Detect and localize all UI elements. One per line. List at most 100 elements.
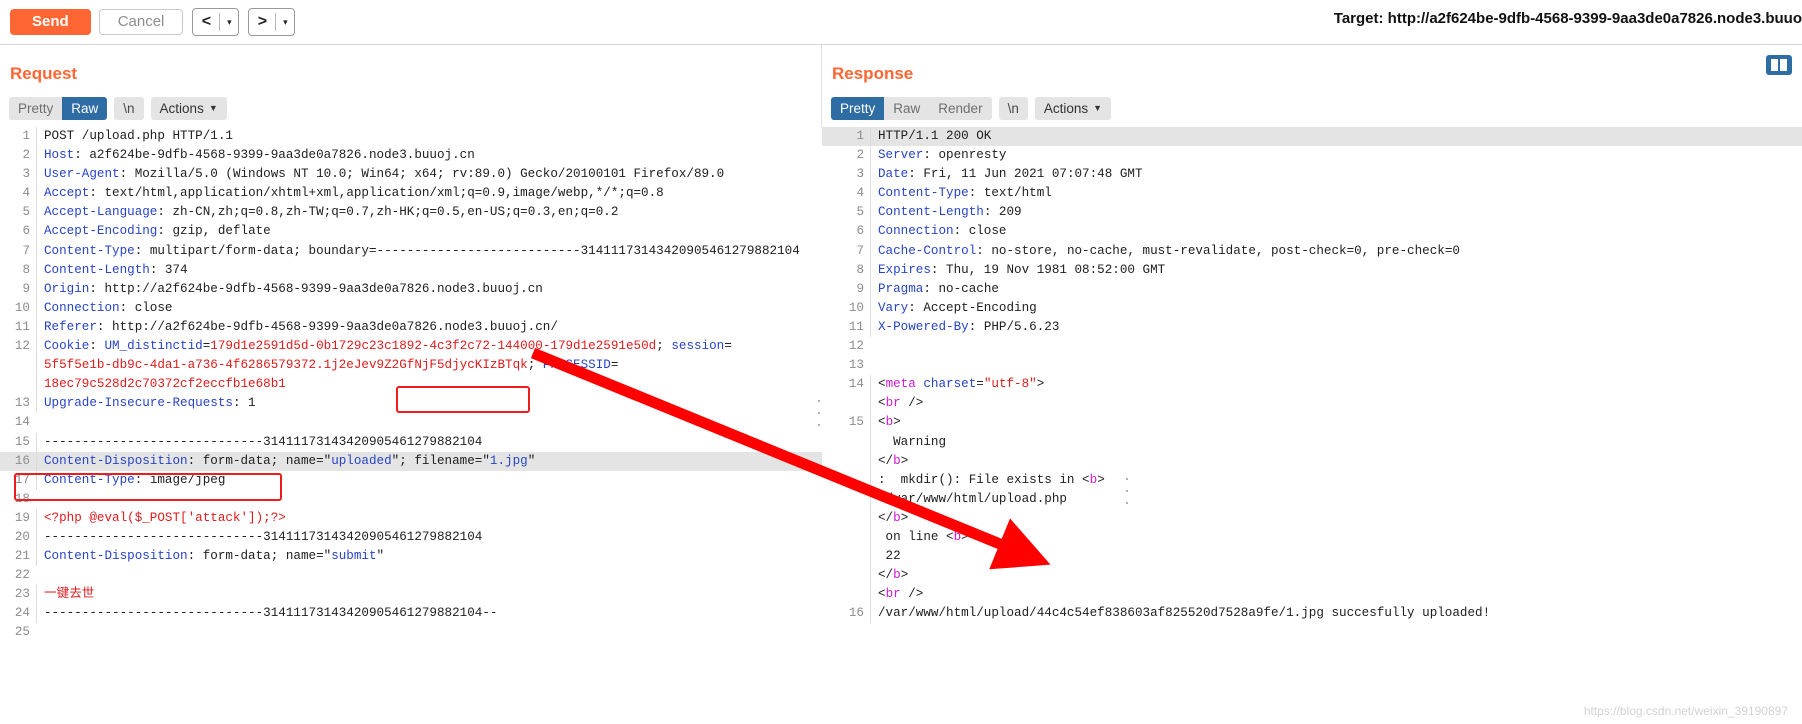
code-line: 11 Referer: http://a2f624be-9dfb-4568-939… xyxy=(0,317,822,338)
code-token: -----------------------------31411173143… xyxy=(44,606,498,621)
code-token: PHPSESSID xyxy=(542,358,611,373)
code-line-text: Accept: text/html,application/xhtml+xml,… xyxy=(36,184,822,204)
chevron-left-icon: < xyxy=(201,13,212,30)
newline-toggle-response[interactable]: \n xyxy=(998,97,1028,120)
code-line: 22 xyxy=(822,547,1802,567)
split-view-icon[interactable] xyxy=(1766,55,1792,75)
code-token: b xyxy=(953,529,962,544)
request-code-editor[interactable]: 1 POST /upload.php HTTP/1.1 2 Host: a2f624b… xyxy=(0,127,822,724)
code-line-text: HTTP/1.1 200 OK xyxy=(870,127,1802,147)
chevron-down-icon[interactable]: ▾ xyxy=(276,9,294,35)
line-number: 2 xyxy=(856,148,864,163)
pane-right-glyph xyxy=(1780,59,1787,71)
code-token: POST /upload.php HTTP/1.1 xyxy=(44,129,233,143)
code-line: /var/www/html/upload.php xyxy=(822,489,1802,509)
code-line: 11 X-Powered-By: PHP/5.6.23 xyxy=(822,317,1802,338)
cancel-button[interactable]: Cancel xyxy=(98,9,184,35)
line-number: 7 xyxy=(22,243,30,258)
code-token: > xyxy=(900,453,909,468)
code-token: : text/html xyxy=(968,186,1052,201)
code-line-text: Expires: Thu, 19 Nov 1981 08:52:00 GMT xyxy=(870,260,1802,280)
request-tabbar: Pretty Raw \n Actions ▼ xyxy=(9,97,227,120)
line-number: 1 xyxy=(856,129,864,143)
code-line: 18 xyxy=(0,490,822,509)
code-token: X-Powered-By xyxy=(878,319,969,334)
previous-request-button[interactable]: < ▾ xyxy=(192,8,240,36)
request-collapse-handle[interactable] xyxy=(816,400,822,426)
tab-render-response[interactable]: Render xyxy=(929,97,992,120)
line-number: 3 xyxy=(22,167,30,182)
code-token: Content-Disposition xyxy=(44,549,188,564)
code-line: 14 <meta charset=″utf-8″> xyxy=(822,375,1802,395)
code-token: : mkdir(): File exists in < xyxy=(878,472,1090,487)
chevron-down-icon: ▼ xyxy=(208,103,218,113)
actions-menu-request[interactable]: Actions ▼ xyxy=(150,97,227,120)
line-number: 18 xyxy=(14,491,30,506)
code-line-text: Origin: http://a2f624be-9dfb-4568-9399-9… xyxy=(36,279,822,299)
send-button[interactable]: Send xyxy=(10,9,91,35)
code-line-text: Connection: close xyxy=(870,222,1802,242)
code-line: 5f5f5e1b-db9c-4da1-a736-4f6286579372.1j2… xyxy=(0,356,822,376)
response-pane-title: Response xyxy=(832,64,914,83)
code-token: charset xyxy=(923,377,977,392)
code-line-text: -----------------------------31411173143… xyxy=(36,527,822,548)
code-line: 18ec79c528d2c70372cf2eccfb1e68b1 xyxy=(0,375,822,395)
code-token: Content-Type xyxy=(44,472,135,487)
code-line: 6 Connection: close xyxy=(822,222,1802,242)
code-line: 9 Pragma: no-cache xyxy=(822,279,1802,299)
code-line: 4 Accept: text/html,application/xhtml+xml… xyxy=(0,184,822,204)
code-line: 7 Content-Type: multipart/form-data; boun… xyxy=(0,241,822,261)
code-token: > xyxy=(893,415,901,430)
tab-raw-request[interactable]: Raw xyxy=(62,97,108,120)
newline-toggle-request[interactable]: \n xyxy=(114,97,144,120)
code-token: Date xyxy=(878,167,909,182)
code-token: 179d1e2591d5d-0b1729c23c1892-4c3f2c72-14… xyxy=(210,339,657,354)
code-line-text: Referer: http://a2f624be-9dfb-4568-9399-… xyxy=(36,317,822,338)
code-line-text: : mkdir(): File exists in <b> xyxy=(870,470,1802,490)
code-line-text: Connection: close xyxy=(36,298,822,318)
code-token: Cookie xyxy=(44,339,90,354)
tab-pretty-response[interactable]: Pretty xyxy=(831,97,885,120)
code-token: : 209 xyxy=(983,205,1022,220)
code-token: : gzip, deflate xyxy=(157,224,271,239)
target-url-label: Target: http://a2f624be-9dfb-4568-9399-9… xyxy=(1333,10,1802,27)
code-token: Content-Type xyxy=(878,186,969,201)
code-token: Accept-Encoding xyxy=(44,224,158,239)
code-token: : close xyxy=(119,300,173,315)
code-line-text: -----------------------------31411173143… xyxy=(36,604,822,624)
code-token: meta xyxy=(885,377,924,392)
code-line: 4 Content-Type: text/html xyxy=(822,184,1802,204)
code-line: 13 Upgrade-Insecure-Requests: 1 xyxy=(0,394,822,414)
code-line: : mkdir(): File exists in <b> xyxy=(822,470,1802,490)
code-line-text: Warning xyxy=(870,432,1802,452)
next-request-button[interactable]: > ▾ xyxy=(248,8,296,36)
code-line-text: <br /> xyxy=(870,394,1802,414)
response-code-editor[interactable]: 1 HTTP/1.1 200 OK 2 Server: openresty 3 Date:… xyxy=(822,127,1802,724)
line-number: 5 xyxy=(22,205,30,220)
tab-raw-response[interactable]: Raw xyxy=(884,97,930,120)
code-token: : http://a2f624be-9dfb-4568-9399-9aa3de0… xyxy=(96,319,558,334)
code-token: br xyxy=(885,396,909,411)
actions-menu-response[interactable]: Actions ▼ xyxy=(1034,97,1112,120)
code-token: > xyxy=(961,529,969,544)
code-line-text: Upgrade-Insecure-Requests: 1 xyxy=(36,394,822,414)
tab-pretty-request[interactable]: Pretty xyxy=(9,97,63,120)
code-line-text: Content-Type: image/jpeg xyxy=(36,470,822,490)
code-token: = xyxy=(976,377,984,392)
code-token: : form-data; name=″ xyxy=(187,549,332,564)
request-pane-title: Request xyxy=(10,64,78,83)
code-token: : text/html,application/xhtml+xml,applic… xyxy=(89,186,664,201)
chevron-down-icon: ▼ xyxy=(1093,103,1103,113)
code-line: 12 Cookie: UM_distinctid = 179d1e2591d5d-0b… xyxy=(0,337,822,357)
code-token: Server xyxy=(878,148,924,163)
chevron-down-icon[interactable]: ▾ xyxy=(220,9,238,35)
code-line: 14 xyxy=(0,413,822,432)
code-token: > xyxy=(1097,472,1105,487)
code-token: b xyxy=(885,415,894,430)
code-token: /var/www/html/upload/44c4c54ef838603af82… xyxy=(878,606,1491,621)
code-token: b xyxy=(893,453,901,468)
code-token: : no-store, no-cache, must-revalidate, p… xyxy=(976,243,1460,258)
code-line: 8 Expires: Thu, 19 Nov 1981 08:52:00 GMT xyxy=(822,260,1802,280)
response-collapse-handle[interactable] xyxy=(1124,478,1130,504)
code-line-text: Accept-Encoding: gzip, deflate xyxy=(36,222,822,242)
